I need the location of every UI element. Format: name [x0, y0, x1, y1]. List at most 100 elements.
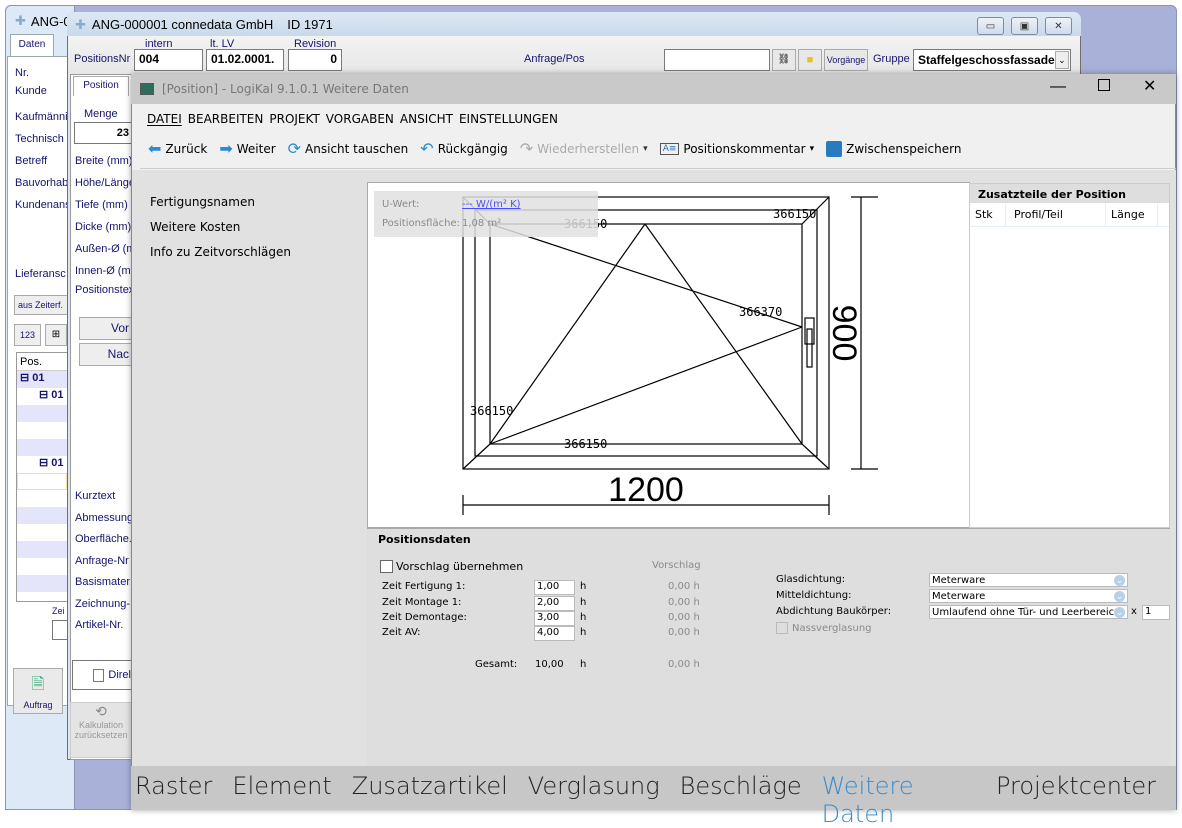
redo-button[interactable]: ↷ Wiederherstellen ▾	[520, 139, 648, 158]
profile-label-top-outer: 366150	[773, 207, 816, 221]
abdichtung-select[interactable]: Umlaufend ohne Tür- und Leerbereiche ⌄	[929, 605, 1128, 619]
vorschlag-uebernehmen-option[interactable]: Vorschlag übernehmen	[380, 560, 523, 573]
zeit-av-input[interactable]: 4,00	[534, 626, 575, 641]
flaeche-value: 1,08 m²	[462, 218, 502, 229]
glass-area	[489, 223, 803, 445]
tree-icon: ⊞	[51, 329, 61, 340]
tree-view-button[interactable]: ⊞	[45, 324, 67, 346]
position-window-title: ✚ ANG-000001 connedata GmbH ID 1971	[75, 17, 333, 32]
forward-button[interactable]: ➡ Weiter	[219, 139, 275, 158]
column-stk[interactable]: Stk	[970, 203, 1006, 226]
positionsnr-lv-input[interactable]: 01.02.0001.	[206, 49, 284, 71]
label-anfrage-pos: Anfrage/Pos	[524, 53, 585, 65]
text-labels: Kurztext Abmessung Oberfläche. Anfrage-Nr B…	[75, 490, 134, 631]
revision-input[interactable]: 0	[288, 49, 342, 71]
menu-ansicht[interactable]: ANSICHT	[400, 112, 453, 126]
gruppe-select[interactable]: Staffelgeschossfassade ⌄	[913, 49, 1071, 71]
glasdichtung-label: Glasdichtung:	[776, 574, 846, 585]
vor-button[interactable]: Vor	[79, 317, 132, 340]
gesamt-vorschlag: 0,00 h	[668, 659, 700, 670]
chevron-down-icon: ⌄	[1114, 574, 1125, 586]
offer-window-title: ✚ ANG-0	[15, 13, 71, 29]
tab-verglasung[interactable]: Verglasung	[528, 772, 660, 828]
vorschlag-value: 0,00 h	[668, 581, 700, 592]
sash-frame	[474, 209, 818, 457]
tab-raster[interactable]: Raster	[135, 772, 212, 828]
zeit-fertigung-input[interactable]: 1,00	[534, 580, 575, 595]
save-button[interactable]: Zwischenspeichern	[826, 140, 961, 157]
tab-weitere-daten[interactable]: Weitere Daten	[822, 772, 976, 828]
nav-fertigungsnamen[interactable]: Fertigungsnamen	[150, 195, 255, 209]
link-button[interactable]: ⛓	[772, 49, 796, 71]
glasdichtung-select[interactable]: Meterware ⌄	[929, 573, 1128, 587]
menu-bar: DATEI BEARBEITEN PROJEKT VORGABEN ANSICH…	[147, 112, 564, 126]
minimize-button[interactable]: —	[1050, 78, 1066, 96]
opening-line	[489, 326, 803, 445]
nav-info-zeitvorschlaege[interactable]: Info zu Zeitvorschlägen	[150, 245, 291, 259]
vorschlag-header: Vorschlag	[652, 560, 701, 571]
menge-input[interactable]: 23	[74, 122, 132, 144]
back-button[interactable]: ⬅ Zurück	[148, 139, 207, 158]
comment-button[interactable]: A≡ Positionskommentar ▾	[659, 142, 814, 156]
abdichtung-factor-input[interactable]: 1	[1142, 605, 1170, 620]
abdichtung-label: Abdichtung Baukörper:	[776, 606, 892, 617]
toolbar-items: ⬅ Zurück ➡ Weiter ⟳ Ansicht tauschen ↶ Rückg…	[148, 139, 973, 158]
tree-row[interactable]: ⊟ 01	[17, 388, 67, 405]
tab-zusatzartikel[interactable]: Zusatzartikel	[352, 772, 508, 828]
zeit-demontage-input[interactable]: 3,00	[534, 611, 575, 626]
zeit-input[interactable]	[52, 620, 68, 640]
dimension-labels: Breite (mm) Höhe/Länge Tiefe (mm) Dicke (m…	[75, 155, 136, 296]
maximize-button[interactable]	[1098, 79, 1110, 91]
label-gruppe: Gruppe	[873, 53, 910, 65]
tab-daten[interactable]: Daten	[10, 34, 54, 56]
nav-weitere-kosten[interactable]: Weitere Kosten	[150, 220, 240, 234]
mitteldichtung-select[interactable]: Meterware ⌄	[929, 589, 1128, 603]
tree-row[interactable]: ⊟ 01	[17, 456, 67, 473]
tree-header: Pos.	[17, 353, 67, 371]
folder-icon: ■	[806, 54, 814, 66]
minimize-button[interactable]: ▭	[977, 17, 1004, 35]
u-wert-link[interactable]: --- W/(m² K)	[462, 199, 521, 210]
menu-datei[interactable]: DATEI	[147, 112, 182, 126]
vorschlag-checkbox[interactable]	[380, 560, 393, 573]
column-laenge[interactable]: Länge	[1106, 203, 1158, 226]
auftrag-button[interactable]: 🗎 Auftrag	[13, 668, 63, 714]
offer-labels: Nr. Kunde Kaufmänni Technisch Betreff Bauvo…	[15, 67, 71, 211]
label-zeit-fertigung: Zeit Fertigung 1:	[382, 581, 466, 592]
direkt-checkbox[interactable]	[93, 668, 105, 682]
undo-button[interactable]: ↶ Rückgängig	[420, 139, 508, 158]
chevron-down-icon: ⌄	[1114, 606, 1125, 618]
zeiterfassung-button[interactable]: aus Zeiterf.	[14, 295, 68, 315]
zeit-montage-input[interactable]: 2,00	[534, 596, 575, 611]
nassverglasung-checkbox[interactable]	[776, 622, 788, 634]
direkt-option[interactable]: Direl	[72, 660, 132, 690]
tree-row[interactable]: ⊟ 01	[17, 371, 67, 388]
maximize-button[interactable]: ▣	[1011, 17, 1038, 35]
menu-bearbeiten[interactable]: BEARBEITEN	[188, 112, 264, 126]
menu-einstellungen[interactable]: EINSTELLUNGEN	[459, 112, 558, 126]
anfrage-pos-input[interactable]	[664, 49, 770, 71]
menu-vorgaben[interactable]: VORGABEN	[326, 112, 394, 126]
height-value: 900	[825, 305, 863, 362]
vorgaenge-button[interactable]: Vorgänge	[824, 49, 868, 71]
close-button[interactable]: ✕	[1045, 17, 1072, 35]
positionsnr-intern-input[interactable]: 004	[134, 49, 203, 71]
label-menge: Menge	[84, 108, 118, 120]
column-profil[interactable]: Profil/Teil	[1006, 203, 1106, 226]
kalkulation-zuruecksetzen-button[interactable]: ⟲ Kalkulation zurücksetzen	[70, 702, 132, 758]
document-check-icon: 🗎	[31, 676, 45, 693]
tab-beschlaege[interactable]: Beschläge	[680, 772, 802, 828]
folder-button[interactable]: ■	[798, 49, 822, 71]
nassverglasung-option[interactable]: Nassverglasung	[776, 622, 872, 634]
position-tree[interactable]: Pos. ⊟ 01 ⊟ 01 ⊟ 01	[16, 352, 68, 602]
swap-view-button[interactable]: ⟳ Ansicht tauschen	[288, 139, 409, 158]
numbering-button[interactable]: 123	[14, 324, 41, 346]
menu-projekt[interactable]: PROJEKT	[269, 112, 319, 126]
tab-position[interactable]: Position	[73, 76, 129, 96]
tab-element[interactable]: Element	[232, 772, 331, 828]
chevron-down-icon: ⌄	[1054, 51, 1069, 69]
close-button[interactable]: ✕	[1143, 76, 1156, 96]
tab-projektcenter[interactable]: Projektcenter	[996, 772, 1156, 828]
nach-button[interactable]: Nac	[79, 343, 132, 366]
comment-icon: A≡	[659, 142, 680, 155]
